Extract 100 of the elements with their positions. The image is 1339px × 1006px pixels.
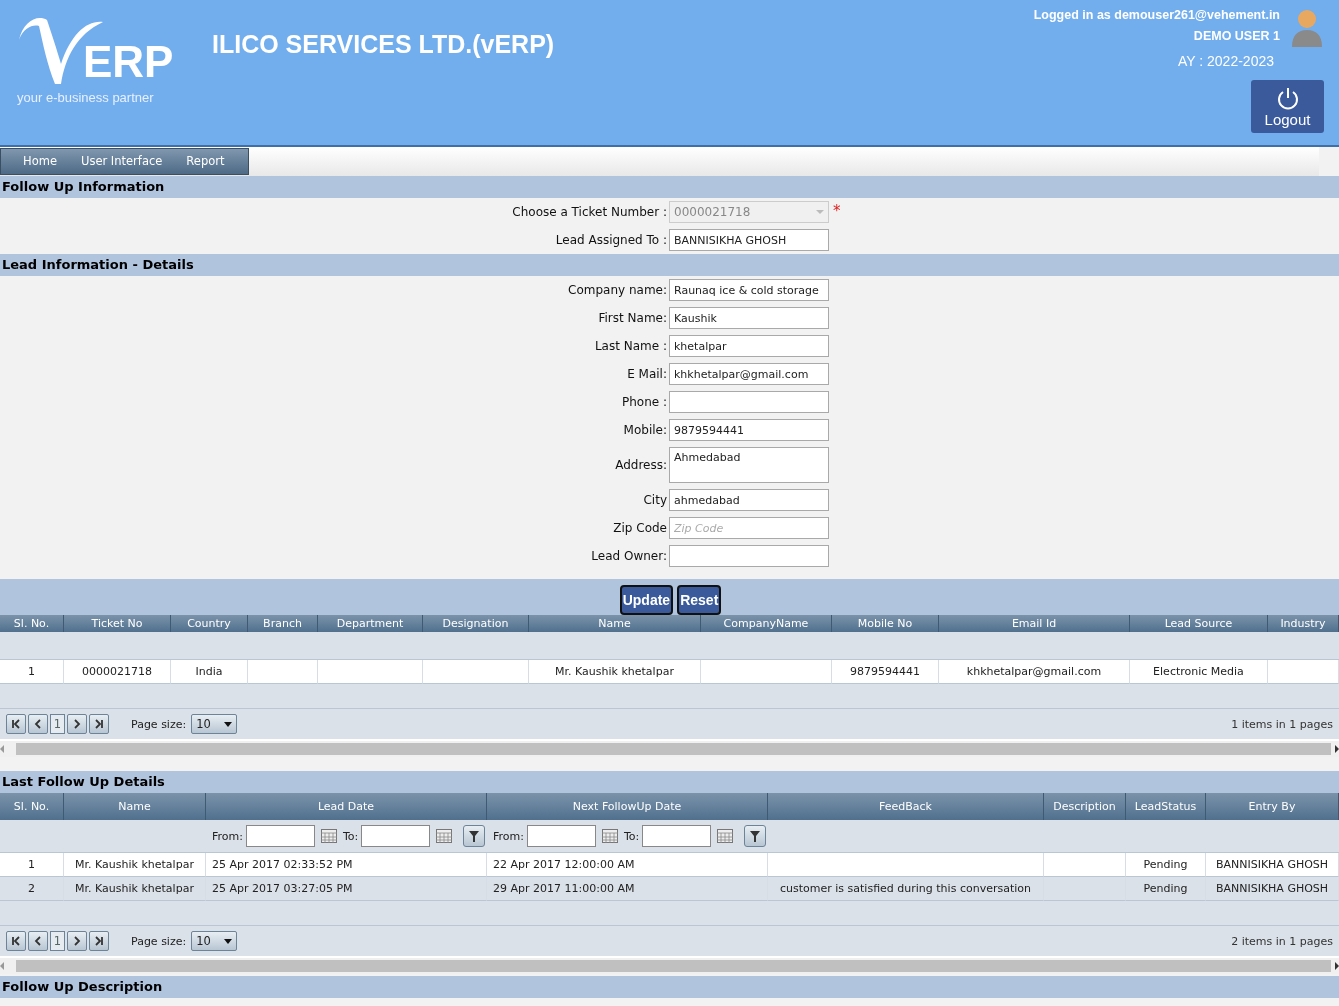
company-title: ILICO SERVICES LTD.(vERP) [212, 30, 555, 60]
section-header: Lead Information - Details [0, 254, 1339, 276]
next-page-icon[interactable] [67, 931, 87, 951]
scroll-right-icon[interactable] [1335, 962, 1339, 970]
field-label: E Mail: [626, 367, 668, 381]
calendar-icon[interactable] [436, 829, 453, 843]
table-cell: Mr. Kaushik khetalpar [64, 877, 206, 901]
last-page-icon[interactable] [89, 931, 109, 951]
table-cell: Pending [1126, 877, 1206, 901]
column-header[interactable]: Ticket No [64, 615, 171, 632]
column-header[interactable]: CompanyName [701, 615, 832, 632]
field-label: Zip Code [612, 521, 668, 535]
table-cell: 9879594441 [832, 660, 939, 684]
logout-button[interactable]: Logout [1251, 80, 1324, 133]
column-header[interactable]: Department [318, 615, 423, 632]
calendar-icon[interactable] [601, 829, 618, 843]
academic-year: AY : 2022-2023 [1178, 53, 1274, 69]
table-cell: India [171, 660, 248, 684]
input-field[interactable]: Raunaq ice & cold storage [669, 279, 829, 301]
first-page-icon[interactable] [6, 714, 26, 734]
column-header[interactable]: Branch [248, 615, 318, 632]
input-field[interactable]: ahmedabad [669, 489, 829, 511]
input-field[interactable]: 9879594441 [669, 419, 829, 441]
field-label: Last Name : [593, 339, 668, 353]
table-cell: Electronic Media [1130, 660, 1268, 684]
column-header[interactable]: Sl. No. [0, 615, 64, 632]
nav-menu-item[interactable]: Report [174, 149, 237, 174]
funnel-icon [469, 830, 480, 842]
column-header[interactable]: LeadStatus [1126, 793, 1206, 820]
input-field[interactable]: khetalpar [669, 335, 829, 357]
field-label: Company name: [567, 283, 668, 297]
column-header[interactable]: Entry By [1206, 793, 1339, 820]
first-page-icon[interactable] [6, 931, 26, 951]
field-label: City [642, 493, 668, 507]
table-cell: khkhetalpar@gmail.com [939, 660, 1130, 684]
funnel-icon [750, 830, 761, 842]
input-field[interactable]: BANNISIKHA GHOSH [669, 229, 829, 251]
field-label: First Name: [597, 311, 668, 325]
next-page-icon[interactable] [67, 714, 87, 734]
column-header[interactable]: Industry [1268, 615, 1339, 632]
from-date-field[interactable] [245, 825, 315, 847]
action-button[interactable]: Update [619, 585, 674, 615]
dropdown-caret-icon [816, 210, 824, 214]
dropdown-caret-icon [224, 721, 233, 727]
user-name: DEMO USER 1 [1193, 29, 1280, 43]
required-marker: * [833, 202, 841, 220]
previous-page-icon[interactable] [28, 931, 48, 951]
filter-label: From: [493, 829, 524, 843]
field-label: Mobile: [622, 423, 668, 437]
page-size-select[interactable]: 10 [191, 714, 238, 734]
input-field[interactable] [669, 545, 829, 567]
field-label: Address: [614, 458, 668, 472]
page-size-label: Page size: [131, 934, 187, 948]
input-field[interactable]: Zip Code [669, 517, 829, 539]
table-cell: 25 Apr 2017 03:27:05 PM [206, 877, 487, 901]
last-page-icon[interactable] [89, 714, 109, 734]
filter-label: From: [212, 829, 243, 843]
input-field[interactable]: khkhetalpar@gmail.com [669, 363, 829, 385]
table-cell: BANNISIKHA GHOSH [1206, 877, 1339, 901]
page-number[interactable]: 1 [50, 931, 65, 951]
to-date-field[interactable] [361, 825, 431, 847]
to-date-field[interactable] [642, 825, 712, 847]
calendar-icon[interactable] [320, 829, 337, 843]
field-label: Choose a Ticket Number : [511, 205, 668, 219]
nav-menu-item[interactable]: User Interface [68, 149, 175, 174]
action-button[interactable]: Reset [677, 585, 722, 615]
horizontal-scrollbar[interactable] [0, 958, 1339, 974]
scroll-left-icon[interactable] [0, 745, 4, 753]
column-header[interactable]: Lead Source [1130, 615, 1268, 632]
scroll-right-icon[interactable] [1335, 745, 1339, 753]
horizontal-scrollbar[interactable] [0, 741, 1339, 757]
page-number[interactable]: 1 [50, 714, 65, 734]
page-size-select[interactable]: 10 [191, 931, 238, 951]
column-header[interactable]: Designation [423, 615, 529, 632]
table-cell: 0000021718 [64, 660, 171, 684]
input-field[interactable] [669, 391, 829, 413]
field-label: Phone : [620, 395, 668, 409]
filter-button[interactable] [463, 825, 486, 847]
logo-tagline: your e-business partner [17, 90, 155, 105]
column-header[interactable]: Description [1044, 793, 1126, 820]
column-header[interactable]: FeedBack [768, 793, 1044, 820]
logo-text: ERP [83, 40, 174, 84]
dropdown-caret-icon [224, 938, 233, 944]
column-header[interactable]: Country [171, 615, 248, 632]
column-header[interactable]: Next FollowUp Date [487, 793, 768, 820]
from-date-field[interactable] [526, 825, 596, 847]
column-header[interactable]: Mobile No [832, 615, 939, 632]
column-header[interactable]: Sl. No. [0, 793, 64, 820]
input-field[interactable]: Ahmedabad [669, 447, 829, 483]
filter-button[interactable] [744, 825, 767, 847]
logged-in-text: Logged in as demouser261@vehement.in [1033, 8, 1280, 22]
column-header[interactable]: Email Id [939, 615, 1130, 632]
nav-menu-item[interactable]: Home [11, 149, 69, 174]
calendar-icon[interactable] [717, 829, 734, 843]
column-header[interactable]: Name [64, 793, 206, 820]
column-header[interactable]: Lead Date [206, 793, 487, 820]
previous-page-icon[interactable] [28, 714, 48, 734]
scroll-left-icon[interactable] [0, 962, 4, 970]
column-header[interactable]: Name [529, 615, 701, 632]
input-field[interactable]: Kaushik [669, 307, 829, 329]
